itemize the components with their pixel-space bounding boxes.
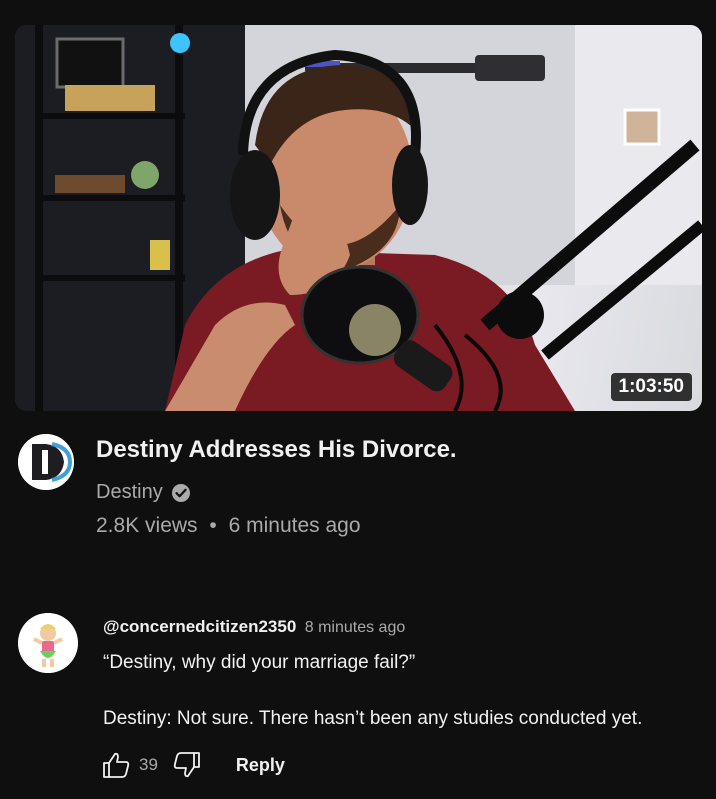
video-duration-badge: 1:03:50: [610, 373, 692, 401]
thumbs-up-icon[interactable]: [101, 750, 131, 780]
comment-header: @concernedcitizen2350 8 minutes ago: [103, 617, 405, 637]
like-count: 39: [139, 755, 158, 774]
reply-button[interactable]: Reply: [236, 755, 285, 776]
thumbs-down-icon[interactable]: [172, 750, 202, 780]
video-thumbnail[interactable]: 1:03:50: [15, 25, 702, 411]
comment-author[interactable]: @concernedcitizen2350: [103, 617, 296, 636]
thumbnail-scene: [15, 25, 702, 411]
comment-actions: 39 Reply: [101, 750, 285, 780]
video-meta: 2.8K views • 6 minutes ago: [96, 514, 361, 538]
cartoon-character-icon: [18, 613, 78, 673]
upload-age: 6 minutes ago: [228, 514, 361, 537]
channel-name-row[interactable]: Destiny: [96, 481, 191, 504]
video-title[interactable]: Destiny Addresses His Divorce.: [96, 436, 457, 464]
meta-separator: •: [209, 514, 217, 537]
channel-avatar[interactable]: [18, 434, 74, 490]
verified-check-icon: [171, 483, 190, 502]
youtube-video-page: 1:03:50 Destiny Addresses His Divorce. D…: [0, 0, 716, 799]
commenter-avatar[interactable]: [18, 613, 78, 673]
comment-text-line-1: “Destiny, why did your marriage fail?”: [103, 652, 416, 673]
comment-time[interactable]: 8 minutes ago: [305, 619, 406, 636]
channel-name[interactable]: Destiny: [96, 481, 163, 504]
comment-text-line-2: Destiny: Not sure. There hasn’t been any…: [103, 708, 643, 729]
destiny-logo-icon: [18, 434, 74, 490]
view-count: 2.8K views: [96, 514, 198, 537]
